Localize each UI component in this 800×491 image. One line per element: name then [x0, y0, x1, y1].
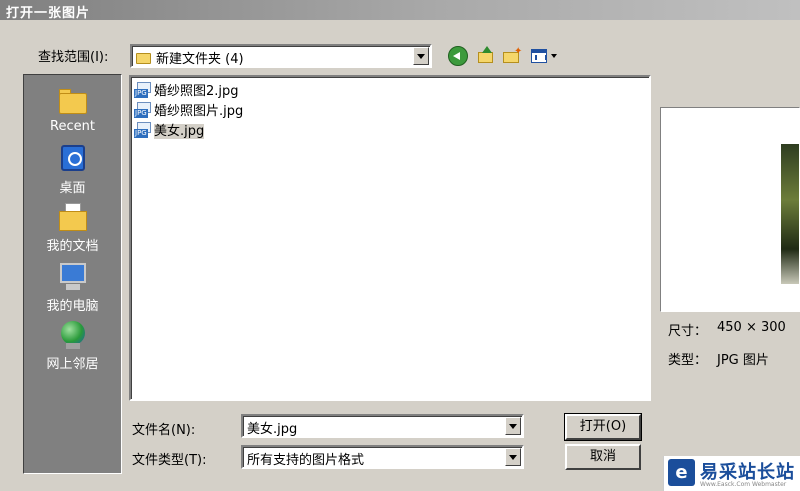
filename-label: 文件名(N): — [132, 423, 196, 438]
size-label: 尺寸： — [668, 324, 708, 339]
back-icon[interactable] — [448, 46, 468, 66]
image-preview — [660, 107, 800, 312]
place-label: Recent — [50, 119, 95, 134]
jpg-file-icon: JPG — [134, 82, 152, 98]
look-in-label: 查找范围(I): — [38, 50, 109, 65]
window-title: 打开一张图片 — [6, 6, 91, 21]
my-documents-icon — [56, 201, 90, 233]
filename-value: 美女.jpg — [247, 422, 298, 437]
list-item[interactable]: JPG 婚纱照图2.jpg — [134, 80, 239, 99]
network-icon — [56, 319, 90, 351]
folder-icon — [136, 53, 151, 64]
my-computer-icon — [56, 261, 90, 293]
new-folder-icon[interactable]: ✦ — [502, 46, 522, 66]
preview-thumbnail — [781, 144, 799, 284]
filetype-value: 所有支持的图片格式 — [247, 453, 365, 468]
type-label: 类型： — [668, 353, 708, 368]
look-in-dropdown[interactable]: 新建文件夹 (4) — [130, 44, 432, 68]
chevron-down-icon[interactable] — [505, 417, 521, 435]
jpg-file-icon: JPG — [134, 102, 152, 118]
filetype-label: 文件类型(T): — [132, 453, 207, 468]
list-item-selected[interactable]: JPG 美女.jpg — [134, 120, 205, 139]
places-bar: Recent 桌面 我的文档 我的电脑 网上邻居 — [23, 74, 122, 474]
open-button[interactable]: 打开(O) — [564, 413, 642, 441]
type-value: JPG 图片 — [717, 353, 769, 368]
look-in-value: 新建文件夹 (4) — [136, 48, 244, 67]
chevron-down-icon[interactable] — [505, 448, 521, 466]
chevron-down-icon[interactable] — [413, 47, 429, 65]
cancel-button[interactable]: 取消 — [565, 444, 641, 470]
up-folder-icon[interactable] — [476, 46, 496, 66]
views-menu-icon[interactable] — [530, 46, 558, 66]
list-item[interactable]: JPG 婚纱照图片.jpg — [134, 100, 244, 119]
place-my-computer[interactable]: 我的电脑 — [24, 261, 121, 314]
watermark-logo-icon: e — [668, 459, 695, 486]
file-name: 美女.jpg — [154, 124, 205, 139]
place-recent[interactable]: Recent — [24, 85, 121, 134]
jpg-file-icon: JPG — [134, 122, 152, 138]
place-label: 桌面 — [59, 181, 86, 196]
place-label: 网上邻居 — [46, 357, 99, 372]
place-label: 我的电脑 — [46, 299, 99, 314]
place-desktop[interactable]: 桌面 — [24, 143, 121, 196]
desktop-icon — [56, 143, 90, 175]
watermark-subtext: Www.Easck.Com Webmaster — [700, 481, 787, 488]
size-value: 450 × 300 — [717, 320, 786, 335]
filetype-dropdown[interactable]: 所有支持的图片格式 — [241, 445, 524, 469]
file-name: 婚纱照图2.jpg — [154, 84, 239, 99]
file-list[interactable]: JPG 婚纱照图2.jpg JPG 婚纱照图片.jpg JPG 美女.jpg — [129, 75, 651, 401]
recent-folder-icon — [56, 85, 90, 117]
filename-field[interactable]: 美女.jpg — [241, 414, 524, 438]
place-my-documents[interactable]: 我的文档 — [24, 201, 121, 254]
title-bar: 打开一张图片 — [0, 0, 800, 21]
place-label: 我的文档 — [46, 239, 99, 254]
watermark: e 易采站长站 Www.Easck.Com Webmaster — [663, 456, 800, 491]
file-name: 婚纱照图片.jpg — [154, 104, 244, 119]
place-network[interactable]: 网上邻居 — [24, 319, 121, 372]
